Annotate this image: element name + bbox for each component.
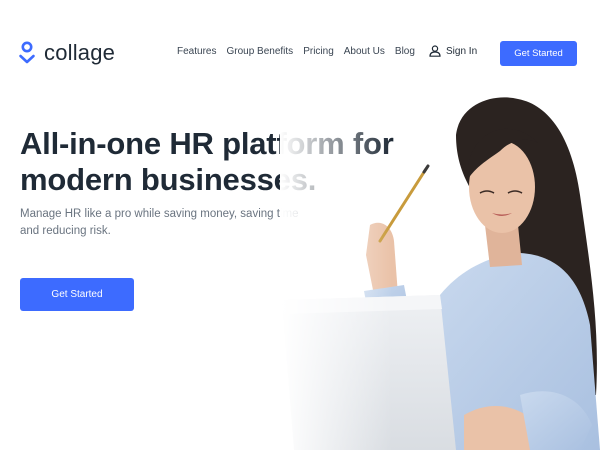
logo-icon [19,41,35,64]
user-icon [429,45,441,57]
nav-item-group-benefits[interactable]: Group Benefits [226,46,293,57]
nav-item-features[interactable]: Features [177,46,216,57]
landing-page: collage Features Group Benefits Pricing … [0,0,600,450]
hero-title-line-2: modern businesses. [20,162,317,197]
sign-in-link[interactable]: Sign In [429,45,477,57]
sign-in-label: Sign In [446,45,478,57]
top-navigation: collage Features Group Benefits Pricing … [0,0,600,104]
brand-logo[interactable]: collage [18,40,115,66]
header-get-started-button[interactable]: Get Started [500,41,577,66]
main-menu: Features Group Benefits Pricing About Us… [177,46,425,57]
hero-photo [280,95,600,450]
brand-name: collage [44,40,116,65]
nav-item-about-us[interactable]: About Us [344,46,385,57]
nav-item-pricing[interactable]: Pricing [303,46,334,57]
nav-item-blog[interactable]: Blog [395,46,415,57]
hero-get-started-button[interactable]: Get Started [20,278,134,311]
hero-subtitle: Manage HR like a pro while saving money,… [20,208,299,237]
